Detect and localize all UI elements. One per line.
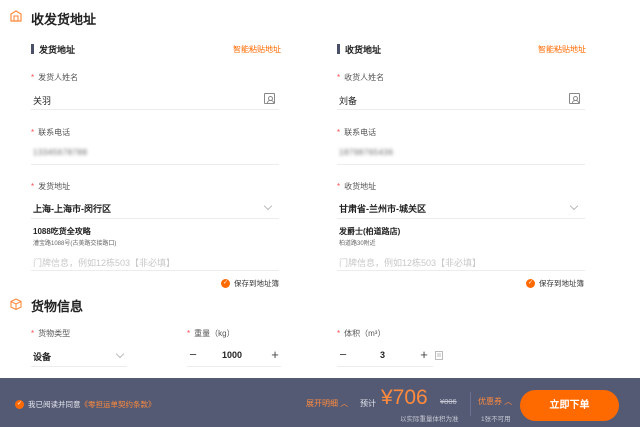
receiver-name-input[interactable]: 刘备 <box>339 94 357 107</box>
price-note: 以实际重量体积为准 <box>400 416 459 423</box>
receiver-heading: 收货地址 <box>337 43 381 56</box>
sender-region-chevron-down-icon[interactable] <box>263 201 273 211</box>
receiver-save-to-address-book[interactable]: ✓ 保存到地址簿 <box>526 278 584 289</box>
cargo-type-underline <box>31 366 127 367</box>
receiver-smart-paste-link[interactable]: 智能粘贴地址 <box>538 44 586 55</box>
coupon-note: 1张不可用 <box>481 416 511 423</box>
sender-region-select[interactable]: 上海-上海市-闵行区 <box>33 202 111 215</box>
submit-order-button[interactable]: 立即下单 <box>520 390 619 421</box>
receiver-name-label: * 收货人姓名 <box>337 73 385 82</box>
cargo-type-chevron-down-icon[interactable] <box>115 349 125 359</box>
estimated-price: ¥706 <box>381 386 428 409</box>
agreement-link[interactable]: 《零担运单契约条款》 <box>81 400 156 409</box>
sender-region-underline <box>31 218 279 219</box>
sender-door-underline <box>31 270 279 271</box>
receiver-contact-book-icon[interactable] <box>569 93 580 104</box>
sender-place-detail: 漕宝路1088号(古美路交接路口) <box>33 241 117 247</box>
sender-smart-paste-link[interactable]: 智能粘贴地址 <box>233 44 281 55</box>
address-book-icon <box>10 10 22 22</box>
sender-save-to-address-book[interactable]: ✓ 保存到地址簿 <box>221 278 279 289</box>
sender-save-check-icon: ✓ <box>221 279 230 288</box>
agreement-text: 我已阅读并同意《零担运单契约条款》 <box>28 400 156 409</box>
weight-input[interactable]: 1000 <box>222 350 242 360</box>
receiver-name-underline <box>337 109 585 110</box>
volume-label: * 体积（m³） <box>337 329 386 338</box>
weight-decrement-button[interactable]: − <box>187 348 199 361</box>
sender-phone-underline <box>31 164 279 165</box>
weight-increment-button[interactable]: + <box>269 348 281 361</box>
sender-door-input[interactable]: 门牌信息，例如12栋503【非必填】 <box>33 256 175 269</box>
cargo-section-title: 货物信息 <box>31 299 84 314</box>
receiver-door-input[interactable]: 门牌信息，例如12栋503【非必填】 <box>339 256 481 269</box>
receiver-place-detail: 柏道路30附近 <box>339 241 376 247</box>
submit-order-label: 立即下单 <box>549 400 590 411</box>
sender-name-underline <box>31 109 279 110</box>
sender-name-input[interactable]: 关羽 <box>33 94 51 107</box>
address-section-title: 收发货地址 <box>31 12 97 27</box>
receiver-phone-underline <box>337 164 585 165</box>
sender-contact-book-icon[interactable] <box>264 93 275 104</box>
volume-increment-button[interactable]: + <box>418 348 430 361</box>
volume-input[interactable]: 3 <box>380 350 385 360</box>
receiver-region-chevron-down-icon[interactable] <box>569 201 579 211</box>
volume-calculator-icon[interactable] <box>435 351 443 360</box>
expand-details-button[interactable]: 展开明细 ︿ <box>306 398 348 409</box>
coupon-chevron-up-icon: ︿ <box>504 397 513 406</box>
sender-address-label: * 发货地址 <box>31 182 71 191</box>
sender-phone-input[interactable]: 13345678788 <box>33 148 87 157</box>
sender-phone-label: * 联系电话 <box>31 128 71 137</box>
package-icon <box>10 298 22 310</box>
receiver-phone-input[interactable]: 18798765436 <box>339 148 393 157</box>
weight-label: * 重量（kg） <box>187 329 235 338</box>
cargo-type-label: * 货物类型 <box>31 329 71 338</box>
agree-check-icon[interactable]: ✓ <box>15 400 24 409</box>
sender-name-label: * 发货人姓名 <box>31 73 79 82</box>
weight-underline <box>187 366 281 367</box>
receiver-place-name: 发爵士(柏道路店) <box>339 227 401 236</box>
sender-heading: 发货地址 <box>31 43 75 56</box>
original-price: ¥806 <box>440 397 457 406</box>
volume-decrement-button[interactable]: − <box>337 348 349 361</box>
receiver-region-underline <box>337 218 585 219</box>
receiver-phone-label: * 联系电话 <box>337 128 377 137</box>
receiver-save-check-icon: ✓ <box>526 279 535 288</box>
receiver-region-select[interactable]: 甘肃省-兰州市-城关区 <box>339 202 426 215</box>
receiver-door-underline <box>337 270 585 271</box>
estimate-label: 预计 <box>360 399 376 408</box>
coupon-button[interactable]: 优惠券 ︿ <box>478 396 512 407</box>
chevron-up-icon: ︿ <box>340 399 349 408</box>
footer-divider <box>470 392 471 416</box>
volume-underline <box>337 366 433 367</box>
order-footer-bar: ✓ 我已阅读并同意《零担运单契约条款》 展开明细 ︿ 预计 ¥706 ¥806 … <box>0 378 640 427</box>
sender-place-name: 1088吃货全攻略 <box>33 227 91 236</box>
cargo-type-select[interactable]: 设备 <box>33 350 51 363</box>
receiver-address-label: * 收货地址 <box>337 182 377 191</box>
